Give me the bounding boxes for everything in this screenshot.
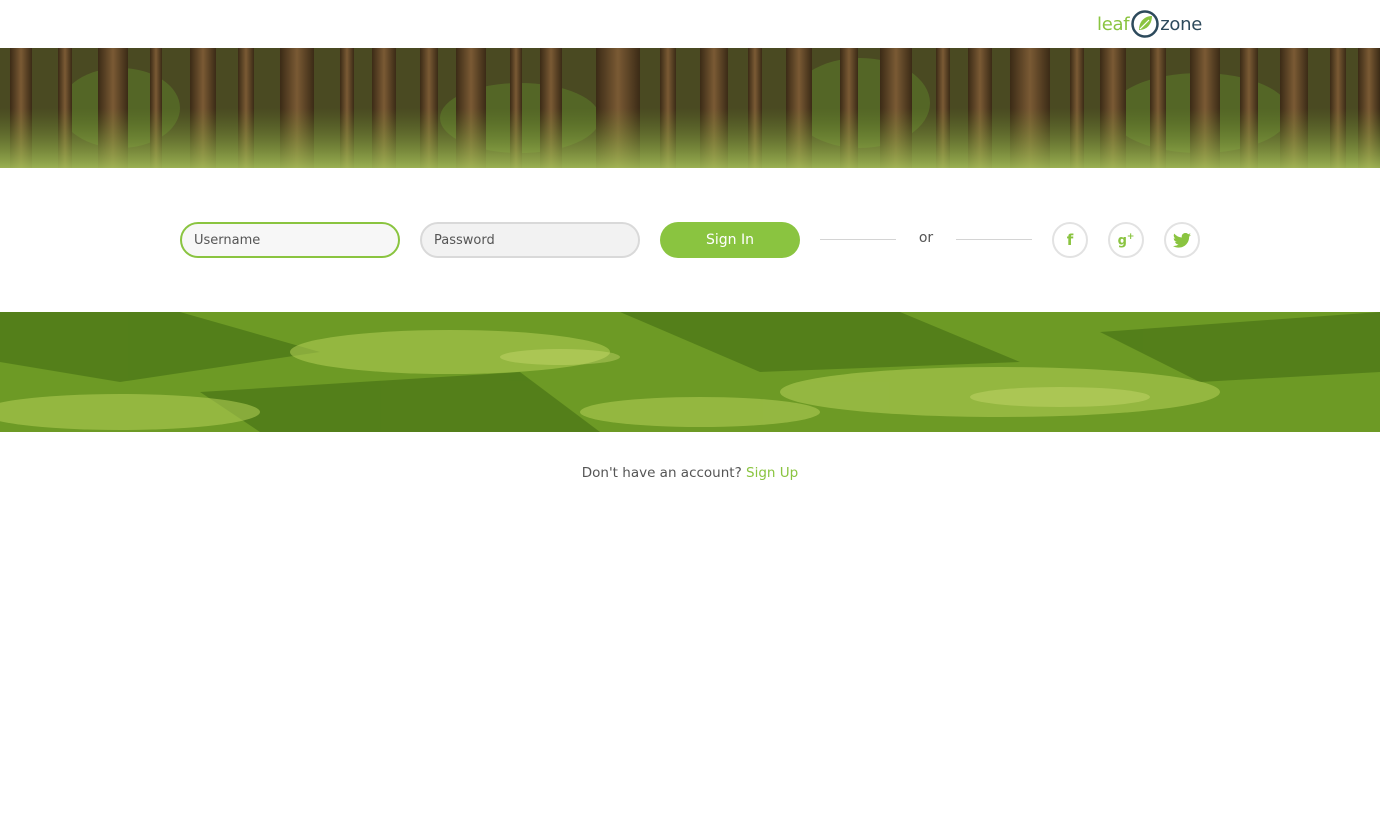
grass-illustration	[0, 312, 1380, 432]
sign-up-link[interactable]: Sign Up	[746, 465, 798, 481]
forest-banner-image	[0, 48, 1380, 168]
leafzone-logo[interactable]: leaf zone	[1097, 9, 1202, 39]
password-input[interactable]	[420, 222, 640, 258]
logo-text-leaf: leaf	[1097, 13, 1130, 35]
signup-prompt-text: Don't have an account?	[581, 465, 742, 481]
sign-in-button[interactable]: Sign In	[660, 222, 800, 258]
twitter-login-button[interactable]	[1164, 222, 1200, 258]
facebook-login-button[interactable]: f	[1052, 222, 1088, 258]
divider-line-left	[820, 239, 896, 240]
twitter-icon	[1173, 232, 1191, 248]
username-input[interactable]	[180, 222, 400, 258]
grass-banner-image	[0, 312, 1380, 432]
logo-text-zone: zone	[1160, 13, 1202, 35]
login-form: Sign In or f g+	[0, 168, 1380, 312]
facebook-icon: f	[1066, 230, 1074, 249]
divider-line-right	[956, 239, 1032, 240]
google-plus-login-button[interactable]: g+	[1108, 222, 1144, 258]
google-plus-icon: g+	[1117, 231, 1135, 249]
leaf-logo-icon	[1131, 10, 1159, 38]
header-bar: leaf zone	[0, 0, 1380, 48]
forest-illustration	[0, 48, 1380, 168]
signup-prompt: Don't have an account? Sign Up	[0, 465, 1380, 481]
or-divider-text: or	[918, 230, 934, 246]
